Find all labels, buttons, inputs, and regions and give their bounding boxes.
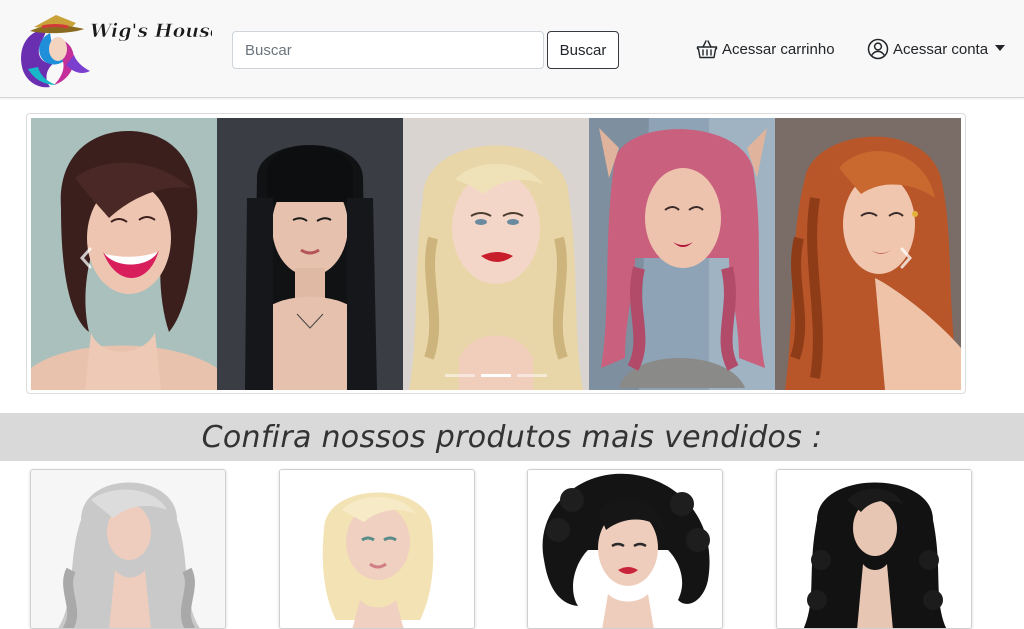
search-input[interactable] <box>232 31 544 69</box>
chevron-left-icon <box>79 247 93 274</box>
carousel-slide-image <box>217 118 403 390</box>
carousel-slide-image <box>589 118 775 390</box>
cart-label: Acessar carrinho <box>722 40 835 58</box>
account-dropdown[interactable]: Acessar conta <box>867 37 1006 61</box>
basket-icon <box>696 39 718 59</box>
carousel-indicators <box>445 374 547 377</box>
best-sellers-header: Confira nossos produtos mais vendidos : <box>0 413 1024 461</box>
wigs-house-logo[interactable]: Wig's House <box>16 9 222 93</box>
carousel-indicator[interactable] <box>517 374 547 377</box>
product-card[interactable] <box>527 469 723 629</box>
product-card[interactable] <box>30 469 226 629</box>
cart-link[interactable]: Acessar carrinho <box>696 37 835 61</box>
carousel-prev-button[interactable] <box>66 240 106 280</box>
product-image <box>528 470 722 628</box>
user-circle-icon <box>867 38 889 60</box>
product-image <box>31 470 225 628</box>
product-card[interactable] <box>279 469 475 629</box>
section-title: Confira nossos produtos mais vendidos : <box>201 419 823 455</box>
search-button[interactable]: Buscar <box>547 31 619 69</box>
carousel-indicator[interactable] <box>445 374 475 377</box>
logo-text: Wig's House <box>90 20 212 42</box>
top-navbar: Wig's House Buscar Acessar carrinho Aces… <box>0 0 1024 98</box>
carousel-indicator-active[interactable] <box>481 374 511 377</box>
product-image <box>777 470 971 628</box>
carousel-slide-image <box>403 118 589 390</box>
caret-down-icon <box>995 45 1006 51</box>
product-image <box>280 470 474 628</box>
carousel-slide-image <box>775 118 961 390</box>
product-card[interactable] <box>776 469 972 629</box>
account-label: Acessar conta <box>893 40 989 58</box>
carousel-slide-image <box>31 118 217 390</box>
carousel-next-button[interactable] <box>886 240 926 280</box>
hero-carousel[interactable] <box>31 118 961 390</box>
chevron-right-icon <box>899 247 913 274</box>
